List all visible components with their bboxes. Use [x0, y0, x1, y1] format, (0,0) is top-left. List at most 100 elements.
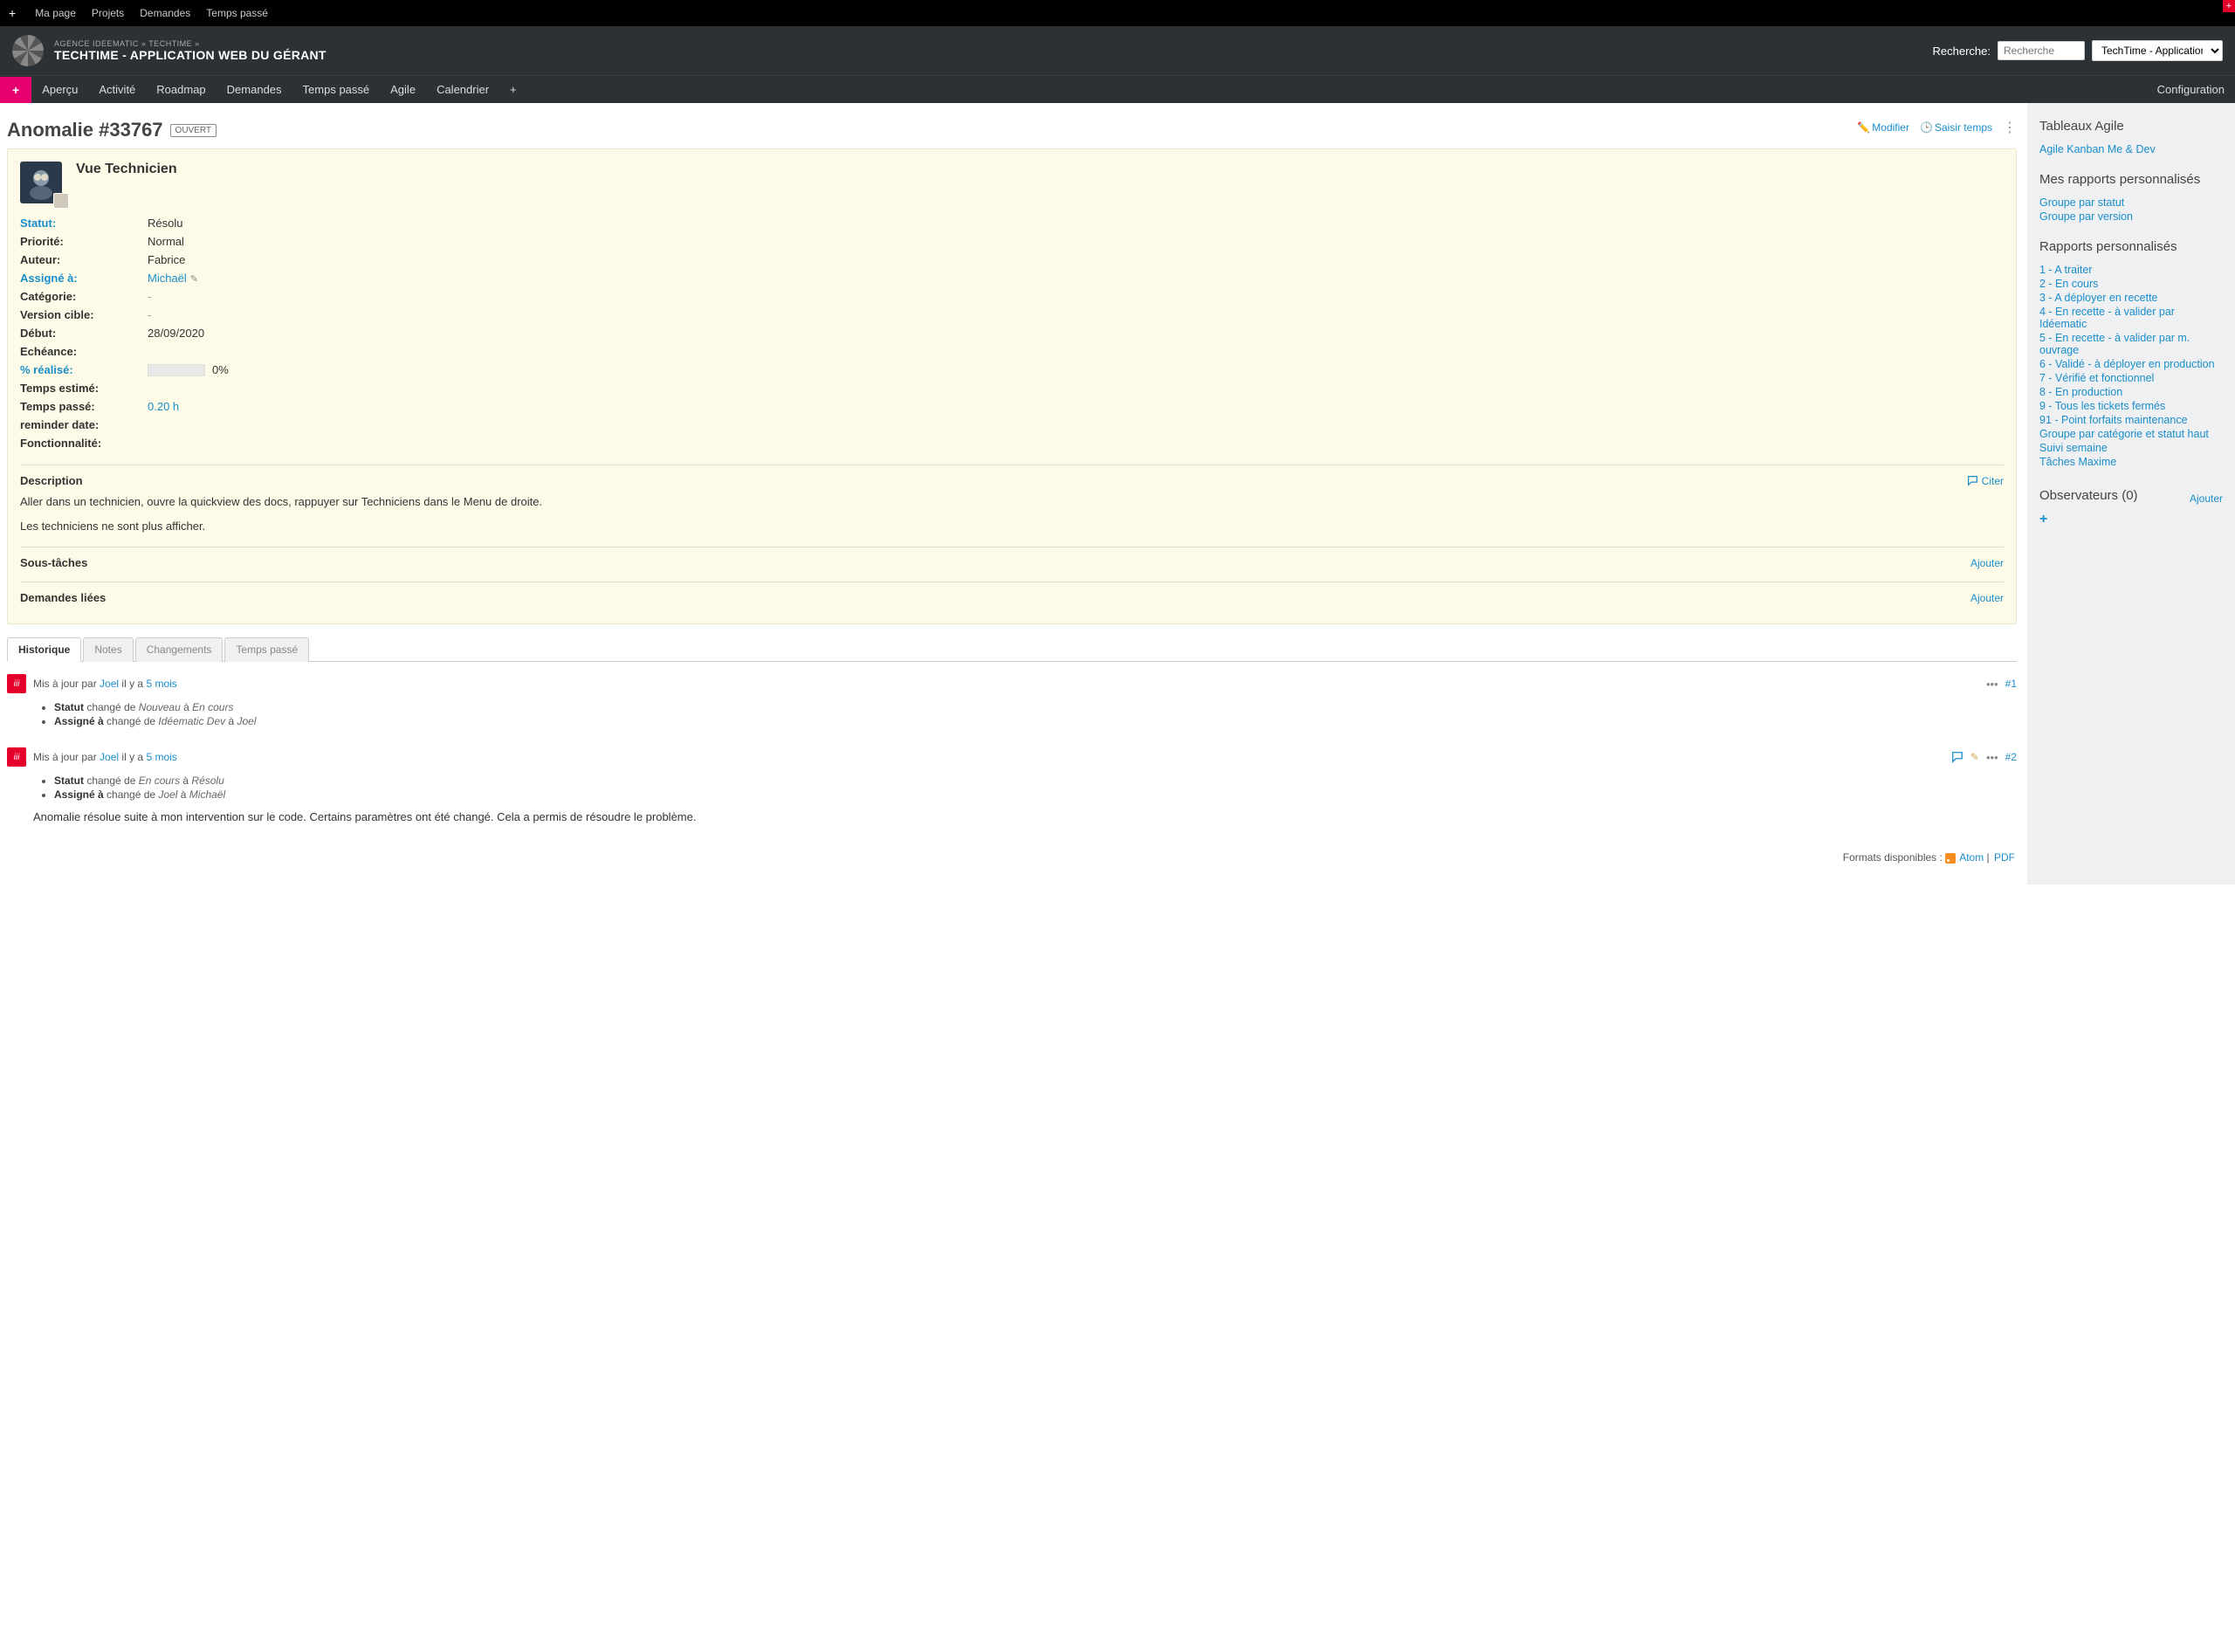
- topbar-issues[interactable]: Demandes: [140, 7, 190, 19]
- log-time-button[interactable]: 🕒 Saisir temps: [1920, 121, 1992, 134]
- sidebar-myreports-title: Mes rapports personnalisés: [2039, 172, 2223, 187]
- nav-calendar[interactable]: Calendrier: [426, 76, 499, 103]
- sidebar-report-link[interactable]: 3 - A déployer en recette: [2039, 291, 2223, 305]
- attr-start-label: Début:: [20, 327, 148, 340]
- journal-more-icon[interactable]: •••: [1986, 678, 1998, 691]
- breadcrumb: AGENCE IDEEMATIC » TECHTIME » TECHTIME -…: [54, 39, 327, 62]
- logo-icon: [12, 35, 44, 66]
- edit-assignee-icon[interactable]: ✎: [190, 274, 198, 285]
- issue-title: Anomalie #33767 OUVERT: [7, 119, 217, 141]
- export-formats: Formats disponibles : Atom | PDF: [7, 843, 2027, 872]
- sidebar-agile-link[interactable]: Agile Kanban Me & Dev: [2039, 142, 2223, 156]
- journal-meta: Mis à jour par Joel il y a 5 mois: [33, 678, 1979, 690]
- history-tabs: Historique Notes Changements Temps passé: [7, 637, 2017, 662]
- attr-est-label: Temps estimé:: [20, 382, 148, 395]
- attr-spent-value[interactable]: 0.20 h: [148, 400, 179, 413]
- nav-add-tab[interactable]: +: [499, 76, 527, 103]
- search-input[interactable]: [1998, 41, 2085, 60]
- journal-user-link[interactable]: Joel: [100, 678, 119, 690]
- topbar-plus-icon[interactable]: +: [9, 6, 16, 20]
- sidebar-myreport-link[interactable]: Groupe par statut: [2039, 196, 2223, 210]
- sidebar-report-link[interactable]: 8 - En production: [2039, 385, 2223, 399]
- sidebar-report-link[interactable]: 4 - En recette - à valider par Idéematic: [2039, 305, 2223, 331]
- attr-feature-label: Fonctionnalité:: [20, 437, 148, 450]
- attr-author-value: Fabrice: [148, 253, 185, 266]
- nav-time[interactable]: Temps passé: [292, 76, 381, 103]
- sidebar-report-link[interactable]: 9 - Tous les tickets fermés: [2039, 399, 2223, 413]
- sidebar-watchers-title: Observateurs (0): [2039, 488, 2138, 503]
- progress-bar: [148, 364, 205, 376]
- sidebar-report-link[interactable]: 1 - A traiter: [2039, 263, 2223, 277]
- add-watcher-button[interactable]: Ajouter: [2190, 492, 2223, 505]
- topbar: + Ma page Projets Demandes Temps passé +: [0, 0, 2235, 26]
- comment-icon[interactable]: [1951, 751, 1963, 763]
- journal-time-link[interactable]: 5 mois: [146, 751, 176, 763]
- clock-icon: 🕒: [1920, 121, 1932, 134]
- sidebar-report-link[interactable]: Tâches Maxime: [2039, 455, 2223, 469]
- project-select[interactable]: TechTime - Application web d...: [2092, 40, 2223, 61]
- journal-more-icon[interactable]: •••: [1986, 751, 1998, 764]
- journal-meta: Mis à jour par Joel il y a 5 mois: [33, 751, 1944, 763]
- attr-start-value: 28/09/2020: [148, 327, 204, 340]
- attr-version-label: Version cible:: [20, 308, 148, 321]
- search-label: Recherche:: [1933, 45, 1991, 58]
- attr-priority-label: Priorité:: [20, 235, 148, 248]
- journal-anchor[interactable]: #1: [2005, 678, 2017, 690]
- topbar-mypage[interactable]: Ma page: [35, 7, 76, 19]
- sidebar-report-link[interactable]: 2 - En cours: [2039, 277, 2223, 291]
- attr-due-label: Echéance:: [20, 345, 148, 358]
- sidebar-report-link[interactable]: 7 - Vérifié et fonctionnel: [2039, 371, 2223, 385]
- attr-version-value: -: [148, 308, 151, 321]
- topbar-time[interactable]: Temps passé: [206, 7, 268, 19]
- attr-assignee-value[interactable]: Michaël: [148, 272, 187, 285]
- nav-activity[interactable]: Activité: [88, 76, 146, 103]
- sidebar-agile-title: Tableaux Agile: [2039, 119, 2223, 134]
- more-actions-icon[interactable]: ⋮: [2003, 119, 2017, 136]
- sidebar-report-link[interactable]: 91 - Point forfaits maintenance: [2039, 413, 2223, 427]
- pencil-icon: ✏️: [1857, 121, 1869, 134]
- attr-done-label[interactable]: % réalisé:: [20, 363, 148, 376]
- tab-history[interactable]: Historique: [7, 637, 81, 662]
- breadcrumb-path: AGENCE IDEEMATIC » TECHTIME »: [54, 39, 327, 48]
- description-body: Aller dans un technicien, ouvre la quick…: [20, 494, 2004, 534]
- sidebar-report-link[interactable]: 6 - Validé - à déployer en production: [2039, 357, 2223, 371]
- nav-roadmap[interactable]: Roadmap: [146, 76, 216, 103]
- sidebar-report-link[interactable]: Groupe par catégorie et statut haut: [2039, 427, 2223, 441]
- journal-user-link[interactable]: Joel: [100, 751, 119, 763]
- nav-config[interactable]: Configuration: [2147, 76, 2235, 103]
- topbar-right-plus-icon[interactable]: +: [2223, 0, 2235, 12]
- related-title: Demandes liées: [20, 591, 106, 604]
- tab-time[interactable]: Temps passé: [224, 637, 309, 662]
- nav-issues[interactable]: Demandes: [217, 76, 292, 103]
- tab-notes[interactable]: Notes: [83, 637, 133, 662]
- export-atom[interactable]: Atom: [1959, 851, 1984, 864]
- quote-button[interactable]: Citer: [1967, 475, 2004, 487]
- journal-note: Anomalie résolue suite à mon interventio…: [33, 810, 2017, 823]
- add-watcher-plus-icon[interactable]: +: [2039, 512, 2223, 527]
- add-subtask-button[interactable]: Ajouter: [1970, 557, 2004, 569]
- attr-status-label[interactable]: Statut:: [20, 217, 148, 230]
- sidebar-report-link[interactable]: Suivi semaine: [2039, 441, 2223, 455]
- add-related-button[interactable]: Ajouter: [1970, 592, 2004, 604]
- breadcrumb-title: TECHTIME - APPLICATION WEB DU GÉRANT: [54, 48, 327, 62]
- journal-entry: iii Mis à jour par Joel il y a 5 mois ••…: [7, 674, 2017, 728]
- journal-anchor[interactable]: #2: [2005, 751, 2017, 763]
- edit-button[interactable]: ✏️ Modifier: [1857, 121, 1909, 134]
- header: AGENCE IDEEMATIC » TECHTIME » TECHTIME -…: [0, 26, 2235, 75]
- speech-icon: [1967, 475, 1978, 486]
- topbar-projects[interactable]: Projets: [92, 7, 124, 19]
- sidebar-reports-title: Rapports personnalisés: [2039, 239, 2223, 254]
- journal-time-link[interactable]: 5 mois: [146, 678, 176, 690]
- edit-note-icon[interactable]: ✎: [1970, 751, 1979, 763]
- nav-agile[interactable]: Agile: [380, 76, 426, 103]
- assignee-avatar-small: [53, 193, 69, 209]
- sidebar-myreport-link[interactable]: Groupe par version: [2039, 210, 2223, 224]
- issue-subject: Vue Technicien: [76, 162, 177, 205]
- nav-plus-button[interactable]: +: [0, 77, 31, 103]
- sidebar-report-link[interactable]: 5 - En recette - à valider par m. ouvrag…: [2039, 331, 2223, 357]
- status-badge: OUVERT: [170, 124, 217, 137]
- nav-overview[interactable]: Aperçu: [31, 76, 88, 103]
- attr-assignee-label[interactable]: Assigné à:: [20, 272, 148, 285]
- export-pdf[interactable]: PDF: [1994, 851, 2015, 864]
- tab-changes[interactable]: Changements: [135, 637, 224, 662]
